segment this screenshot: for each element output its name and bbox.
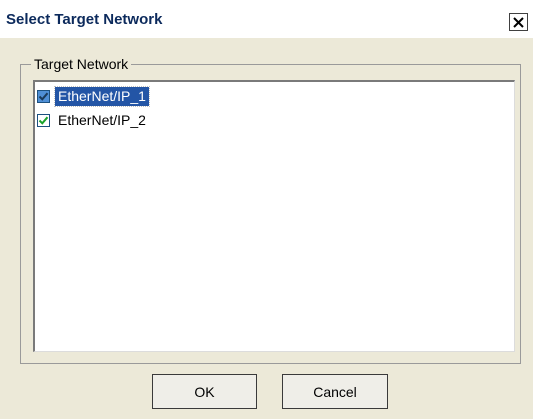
list-item-label[interactable]: EtherNet/IP_2: [55, 111, 149, 130]
list-item[interactable]: EtherNet/IP_1: [37, 85, 150, 107]
list-item-label[interactable]: EtherNet/IP_1: [54, 85, 150, 107]
ok-button[interactable]: OK: [152, 374, 257, 409]
check-icon: [38, 116, 49, 125]
check-icon: [38, 92, 49, 101]
title-bar: Select Target Network: [0, 0, 533, 38]
select-target-network-dialog: Select Target Network Target Network Eth…: [0, 0, 533, 419]
close-icon: [513, 16, 524, 28]
checkbox-ethernet-ip-1[interactable]: [37, 89, 50, 103]
dialog-title: Select Target Network: [6, 11, 163, 28]
close-button[interactable]: [509, 13, 528, 31]
target-network-group-label: Target Network: [31, 55, 132, 73]
target-network-list[interactable]: EtherNet/IP_1 EtherNet/IP_2: [33, 80, 515, 352]
checkbox-ethernet-ip-2[interactable]: [37, 113, 50, 127]
list-item[interactable]: EtherNet/IP_2: [37, 110, 149, 130]
cancel-button[interactable]: Cancel: [282, 374, 388, 409]
